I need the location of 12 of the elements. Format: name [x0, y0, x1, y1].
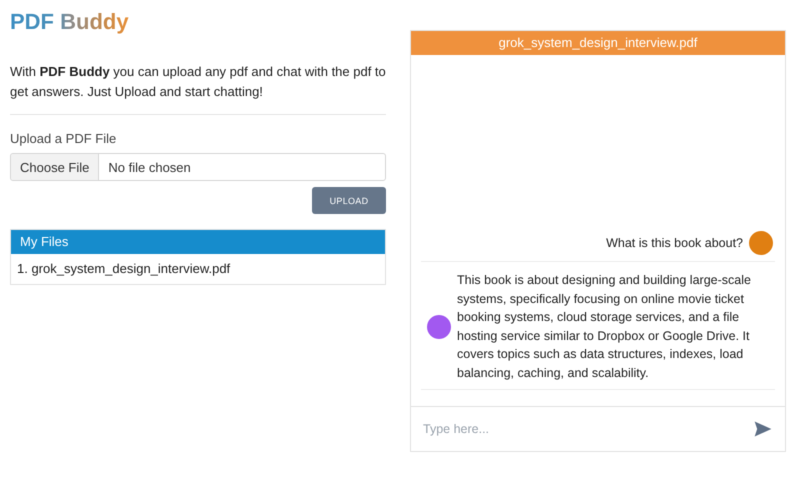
file-status-text: No file chosen [107, 160, 191, 174]
choose-file-button[interactable]: Choose File [11, 154, 100, 180]
send-icon[interactable] [753, 419, 773, 439]
upload-button[interactable]: UPLOAD [312, 187, 386, 214]
files-header: My Files [11, 230, 385, 254]
chat-header: grok_system_design_interview.pdf [411, 31, 785, 55]
bot-message: This book is about designing and building large-scale systems, specifically focusing on online movie ticket booking systems, cloud storage services, and a file hosting service similar to Dropbox or Google Drive. It covers topics such as data structures, indexes, load balancing, caching, and scalability. [457, 272, 752, 382]
intro-text: With PDF Buddy you can upload any pdf and chat with the pdf to get answers. Just Upload and start chatting! [10, 63, 386, 101]
user-message: What is this book about? [606, 234, 743, 252]
file-list-item[interactable]: 1. grok_system_design_interview.pdf [11, 254, 385, 284]
file-input-field[interactable]: Choose File No file chosen [10, 153, 386, 181]
upload-label: Upload a PDF File [10, 131, 118, 146]
